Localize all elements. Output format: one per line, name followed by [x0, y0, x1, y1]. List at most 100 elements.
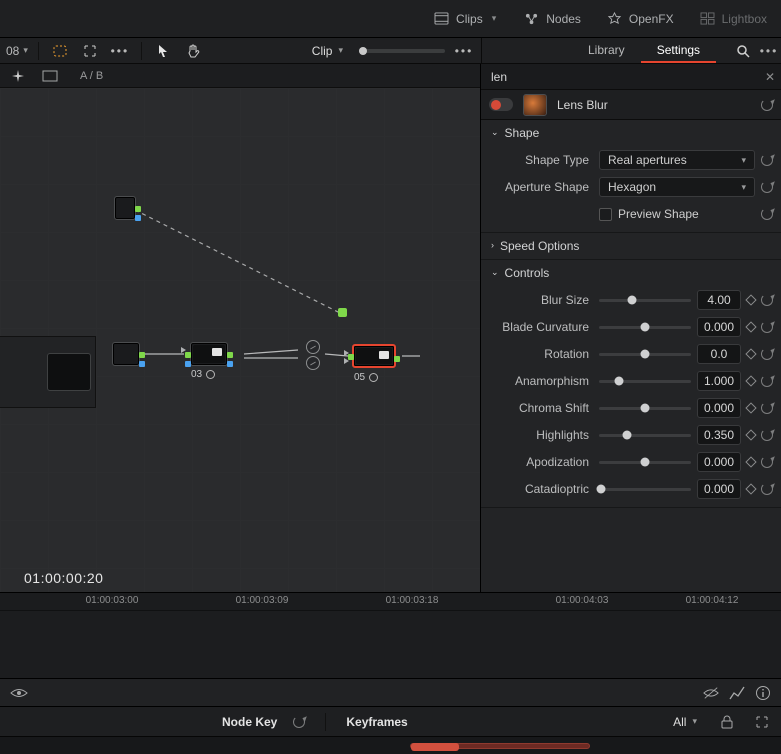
clip-segment[interactable]: [410, 743, 590, 749]
blade-curv-value[interactable]: 0.000: [697, 317, 741, 337]
node-mixer-b[interactable]: [306, 356, 320, 370]
clips-menu[interactable]: Clips ▾: [434, 12, 496, 26]
node-thumb: [356, 348, 392, 364]
shape-type-reset[interactable]: [761, 154, 773, 166]
node-mixer-a[interactable]: [306, 340, 320, 354]
thumb[interactable]: [47, 353, 91, 391]
node-source[interactable]: [112, 342, 140, 366]
more-options-center[interactable]: •••: [453, 40, 475, 62]
expand-panel-icon[interactable]: [755, 715, 769, 729]
visibility-icon[interactable]: [10, 686, 28, 700]
node-thumb: [193, 345, 225, 363]
highlights-keyframe[interactable]: [745, 429, 756, 440]
catad-value[interactable]: 0.000: [697, 479, 741, 499]
more-options-left[interactable]: •••: [109, 41, 131, 61]
shape-type-dropdown[interactable]: Real apertures ▾: [599, 150, 755, 170]
section-speed-header[interactable]: › Speed Options: [481, 233, 781, 259]
rotation-value[interactable]: 0.0: [697, 344, 741, 364]
apod-value[interactable]: 0.000: [697, 452, 741, 472]
row-shape-type: Shape Type Real apertures ▾: [489, 150, 773, 170]
tab-library[interactable]: Library: [572, 38, 641, 63]
keyframes-filter[interactable]: All ▾: [673, 715, 697, 729]
nodekey-reset[interactable]: [293, 716, 305, 728]
apod-keyframe[interactable]: [745, 456, 756, 467]
inspector-search-toggle[interactable]: [732, 40, 754, 62]
nodekey-label[interactable]: Node Key: [222, 715, 277, 729]
highlights-slider[interactable]: [599, 425, 691, 445]
edge-endpoint[interactable]: [338, 308, 347, 317]
chevron-down-icon: ▾: [692, 716, 697, 727]
catad-reset[interactable]: [761, 483, 773, 495]
section-shape-header[interactable]: ⌄ Shape: [481, 120, 781, 146]
clip-selector[interactable]: Clip ▾: [312, 44, 445, 58]
catad-keyframe[interactable]: [745, 483, 756, 494]
highlights-value[interactable]: 0.350: [697, 425, 741, 445]
expand-toggle[interactable]: [79, 41, 101, 61]
blade-curv-reset[interactable]: [761, 321, 773, 333]
apod-slider[interactable]: [599, 452, 691, 472]
chroma-value[interactable]: 0.000: [697, 398, 741, 418]
fx-enable-toggle[interactable]: [489, 98, 513, 111]
separator: [38, 42, 39, 60]
pointer-tool[interactable]: [152, 41, 174, 61]
rotation-slider[interactable]: [599, 344, 691, 364]
openfx-menu[interactable]: OpenFX: [607, 12, 674, 26]
lightbox-menu[interactable]: Lightbox: [700, 12, 767, 26]
node-03[interactable]: 03: [190, 342, 228, 366]
node-graph[interactable]: 03 05 01:00:00:20: [0, 88, 480, 592]
anamorph-value[interactable]: 1.000: [697, 371, 741, 391]
clear-search[interactable]: ✕: [765, 70, 775, 84]
blur-size-reset[interactable]: [761, 294, 773, 306]
nodes-menu[interactable]: Nodes: [524, 12, 581, 26]
hand-tool[interactable]: [182, 41, 204, 61]
timeline-body[interactable]: [0, 611, 781, 678]
chroma-slider[interactable]: [599, 398, 691, 418]
blade-curv-keyframe[interactable]: [745, 321, 756, 332]
aperture-shape-dropdown[interactable]: Hexagon ▾: [599, 177, 755, 197]
apod-reset[interactable]: [761, 456, 773, 468]
rotation-keyframe[interactable]: [745, 348, 756, 359]
blur-size-slider[interactable]: [599, 290, 691, 310]
ab-label: A / B: [80, 70, 103, 82]
eye-toggle-icon[interactable]: [703, 685, 719, 701]
inspector-more[interactable]: •••: [758, 44, 780, 58]
node-top-cropped[interactable]: [114, 196, 136, 220]
keyframes-label[interactable]: Keyframes: [346, 715, 407, 729]
highlights-reset[interactable]: [761, 429, 773, 441]
keyframe-strip: [0, 678, 781, 706]
expand-icon: [83, 44, 97, 58]
node-03-label: 03: [191, 369, 235, 380]
anamorph-slider[interactable]: [599, 371, 691, 391]
anamorph-reset[interactable]: [761, 375, 773, 387]
fx-reset[interactable]: [761, 99, 773, 111]
blur-size-keyframe[interactable]: [745, 294, 756, 305]
tab-settings[interactable]: Settings: [641, 38, 716, 63]
info-icon[interactable]: [755, 685, 771, 701]
section-controls-header[interactable]: ⌄ Controls: [481, 260, 781, 286]
fx-search-input[interactable]: [487, 70, 765, 84]
footer-bar: Node Key Keyframes All ▾: [0, 706, 781, 736]
node-05[interactable]: 05: [352, 344, 396, 368]
graph-tool-sparkle[interactable]: [8, 67, 28, 85]
preview-shape-reset[interactable]: [761, 208, 773, 220]
graph-tool-rect[interactable]: [40, 67, 60, 85]
chroma-reset[interactable]: [761, 402, 773, 414]
preview-shape-checkbox[interactable]: [599, 208, 612, 221]
bottom-clip-track[interactable]: [0, 736, 781, 754]
lock-icon[interactable]: [721, 715, 733, 729]
graph-editor-icon[interactable]: [729, 685, 745, 701]
highlight-toggle[interactable]: [49, 41, 71, 61]
timeline-ruler[interactable]: 01:00:03:00 01:00:03:09 01:00:03:18 01:0…: [0, 593, 781, 611]
chroma-keyframe[interactable]: [745, 402, 756, 413]
blade-curv-slider[interactable]: [599, 317, 691, 337]
zoom-dropdown[interactable]: 08 ▾: [6, 44, 28, 58]
aperture-shape-reset[interactable]: [761, 181, 773, 193]
rotation-reset[interactable]: [761, 348, 773, 360]
blur-size-value[interactable]: 4.00: [697, 290, 741, 310]
marquee-icon: [52, 44, 68, 58]
mini-timeline: 01:00:03:00 01:00:03:09 01:00:03:18 01:0…: [0, 592, 781, 706]
catad-slider[interactable]: [599, 479, 691, 499]
anamorph-keyframe[interactable]: [745, 375, 756, 386]
clip-slider[interactable]: [359, 49, 445, 53]
clip-thumbs[interactable]: [0, 336, 96, 408]
